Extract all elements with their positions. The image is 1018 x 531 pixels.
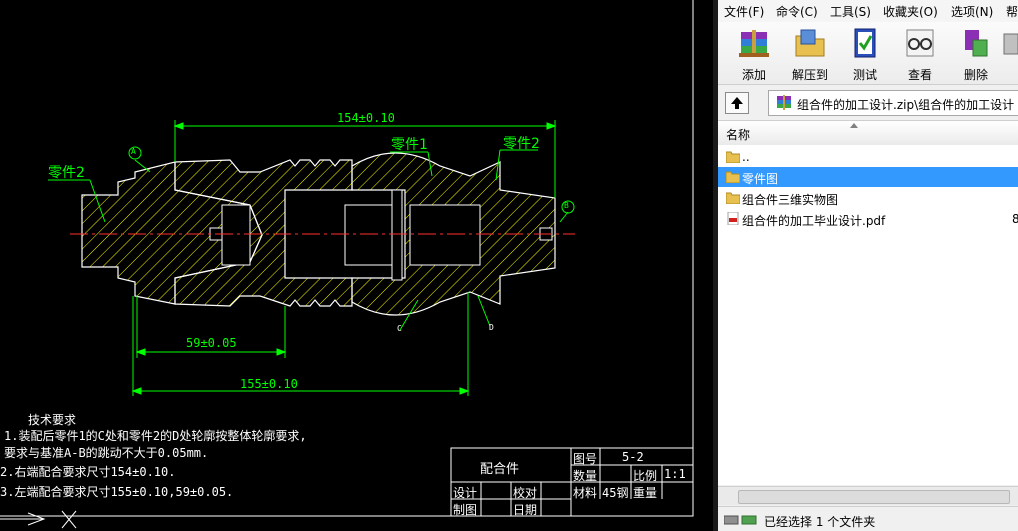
ucs-icon bbox=[0, 510, 77, 529]
address-bar: 组合件的加工设计.zip\组合件的加工设计 bbox=[718, 86, 1018, 118]
status-text: 已经选择 1 个文件夹 bbox=[764, 515, 876, 529]
file-name: 组合件三维实物图 bbox=[742, 193, 839, 207]
datum-b: B bbox=[564, 201, 569, 210]
list-item[interactable]: 组合件三维实物图 bbox=[718, 188, 1018, 208]
tech-line-1: 1.装配后零件1的C处和零件2的D处轮廓按整体轮廓要求, bbox=[4, 429, 307, 443]
cad-drawing-area[interactable]: 154±0.10 59±0.05 155±0.10 零件2 零件1 零件2 A … bbox=[0, 0, 713, 531]
dimension-154: 154±0.10 bbox=[337, 111, 395, 125]
menu-favorites[interactable]: 收藏夹(O) bbox=[883, 3, 938, 20]
status-disk-icons bbox=[724, 515, 757, 525]
delete-label: 删除 bbox=[963, 68, 988, 82]
title-draw-label: 制图 bbox=[453, 503, 478, 517]
tech-line-4: 3.左端配合要求尺寸155±0.10,59±0.05. bbox=[0, 485, 234, 499]
label-part1: 零件1 bbox=[391, 137, 428, 153]
view-glasses-icon bbox=[906, 29, 934, 57]
extract-folder-icon bbox=[795, 29, 825, 57]
label-part2-right: 零件2 bbox=[503, 136, 540, 152]
add-button[interactable]: 添加 bbox=[728, 26, 778, 82]
mark-c: C bbox=[397, 324, 402, 333]
column-name-label: 名称 bbox=[726, 128, 751, 142]
tech-title: 技术要求 bbox=[28, 413, 77, 427]
datum-a: A bbox=[131, 147, 136, 156]
title-check-label: 校对 bbox=[513, 486, 538, 500]
scrollbar-thumb[interactable] bbox=[738, 490, 1010, 504]
test-book-icon bbox=[854, 28, 876, 58]
file-list: .. 零件图 组合件三维实物图 组合件的加工毕业设计.pdf 8 bbox=[718, 145, 1018, 485]
path-box[interactable]: 组合件的加工设计.zip\组合件的加工设计 bbox=[768, 90, 1018, 116]
tech-line-3: 2.右端配合要求尺寸154±0.10. bbox=[0, 465, 176, 479]
title-drawing-no: 5-2 bbox=[622, 450, 644, 464]
view-button[interactable]: 查看 bbox=[894, 26, 944, 82]
view-label: 查看 bbox=[907, 68, 932, 82]
extract-label: 解压到 bbox=[791, 68, 828, 82]
archive-window: 文件(F) 命令(C) 工具(S) 收藏夹(O) 选项(N) 帮 添加 解压到 bbox=[718, 0, 1018, 531]
folder-icon bbox=[726, 192, 740, 204]
archive-add-icon bbox=[739, 30, 769, 57]
tech-line-2: 要求与基准A-B的跳动不大于0.05mm. bbox=[4, 446, 209, 460]
title-date-label: 日期 bbox=[513, 503, 538, 517]
status-bar: 已经选择 1 个文件夹 bbox=[718, 506, 1018, 531]
label-part2-left: 零件2 bbox=[48, 165, 85, 181]
dimension-155: 155±0.10 bbox=[240, 377, 298, 391]
file-size: 8 bbox=[1012, 212, 1018, 226]
menu-command[interactable]: 命令(C) bbox=[776, 3, 818, 20]
folder-icon bbox=[726, 171, 740, 183]
list-item[interactable]: .. bbox=[718, 147, 1018, 167]
title-weight-label: 重量 bbox=[633, 486, 658, 500]
menu-bar: 文件(F) 命令(C) 工具(S) 收藏夹(O) 选项(N) 帮 bbox=[718, 0, 1018, 23]
horizontal-scrollbar[interactable] bbox=[718, 486, 1018, 505]
wizard-icon bbox=[1003, 33, 1018, 55]
sort-up-icon bbox=[850, 123, 858, 128]
file-name: .. bbox=[742, 150, 750, 164]
delete-recycle-icon bbox=[965, 30, 988, 57]
extract-button[interactable]: 解压到 bbox=[784, 26, 834, 82]
title-drawing-no-label: 图号 bbox=[573, 452, 598, 466]
title-scale: 1:1 bbox=[664, 467, 686, 481]
list-item[interactable]: 组合件的加工毕业设计.pdf 8 bbox=[718, 209, 1018, 229]
menu-file[interactable]: 文件(F) bbox=[724, 3, 764, 20]
pdf-file-icon bbox=[727, 212, 739, 225]
dimension-59: 59±0.05 bbox=[186, 336, 237, 350]
menu-help[interactable]: 帮 bbox=[1006, 3, 1018, 20]
path-text: 组合件的加工设计.zip\组合件的加工设计 bbox=[797, 98, 1015, 112]
folder-icon bbox=[726, 151, 740, 163]
title-part-name: 配合件 bbox=[480, 462, 520, 477]
up-folder-button[interactable] bbox=[725, 92, 749, 114]
more-tools-button[interactable] bbox=[1002, 26, 1018, 82]
mark-d: D bbox=[489, 323, 494, 332]
title-qty-label: 数量 bbox=[573, 469, 598, 483]
menu-options[interactable]: 选项(N) bbox=[951, 3, 993, 20]
menu-tools[interactable]: 工具(S) bbox=[830, 3, 871, 20]
list-item-selected[interactable]: 零件图 bbox=[718, 167, 1018, 187]
title-design-label: 设计 bbox=[453, 486, 478, 500]
file-name: 零件图 bbox=[742, 172, 779, 186]
title-material: 45钢 bbox=[602, 486, 629, 500]
test-button[interactable]: 测试 bbox=[839, 26, 889, 82]
title-scale-label: 比例 bbox=[633, 469, 658, 483]
up-arrow-icon bbox=[731, 97, 743, 109]
file-name: 组合件的加工毕业设计.pdf bbox=[742, 214, 886, 228]
archive-icon bbox=[777, 95, 791, 110]
test-label: 测试 bbox=[852, 68, 877, 82]
toolbar: 添加 解压到 测试 查看 删除 bbox=[718, 22, 1018, 85]
column-header-name[interactable]: 名称 bbox=[718, 120, 1018, 146]
delete-button[interactable]: 删除 bbox=[950, 26, 1000, 82]
title-material-label: 材料 bbox=[573, 486, 598, 500]
add-label: 添加 bbox=[741, 68, 766, 82]
